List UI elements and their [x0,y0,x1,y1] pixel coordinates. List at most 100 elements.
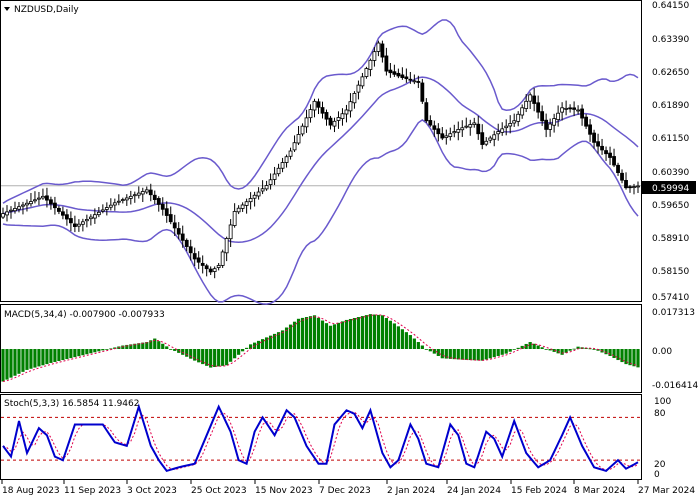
macd-histogram-bar [49,349,53,363]
stoch-signal-line [2,411,639,471]
macd-histogram-bar [312,315,317,349]
macd-histogram-bar [428,349,432,352]
macd-histogram-bar [540,347,544,349]
macd-histogram-bar [348,318,353,349]
candle-body [636,185,640,188]
macd-histogram-bar [504,349,508,354]
candle-body [564,107,569,110]
candle-body [444,135,449,138]
candle-body [580,108,584,119]
stoch-panel [1,403,641,473]
macd-histogram-bar [372,314,377,349]
time-tick-label: 15 Feb 2024 [511,486,567,496]
macd-histogram-bar [61,349,65,361]
candle-body [404,76,409,80]
candle-body [208,268,213,273]
macd-histogram-bar [336,322,341,349]
candle-body [160,203,165,210]
macd-histogram-bar [396,326,400,349]
candle-body [376,42,381,52]
candle-body [496,131,501,135]
candle-body [37,197,41,200]
candle-body [544,119,549,130]
candle-body [428,120,433,126]
candle-body [5,211,9,216]
macd-histogram-bar [388,320,392,349]
candle-body [396,72,401,77]
macd-histogram-bar [300,317,305,349]
macd-histogram-bar [412,338,416,349]
trading-chart: NZDUSD,Daily MACD(5,34,4) -0.007900 -0.0… [0,0,698,500]
candle-body [156,198,161,205]
candle-body [236,207,241,213]
macd-histogram-bar [280,330,285,349]
macd-histogram-bar [468,349,472,361]
price-axis: 0.64150 0.63390 0.62650 0.61890 0.61150 … [652,1,689,303]
candle-body [84,219,89,222]
macd-histogram-bar [636,349,640,368]
time-tick-label: 2 Jan 2024 [387,486,435,496]
macd-histogram-bar [544,349,548,350]
macd-histogram-bar [65,349,69,360]
candle-body [356,84,361,93]
candle-body [600,145,604,151]
macd-histogram-bar [57,349,61,362]
macd-histogram-bar [97,349,101,352]
candle-body [17,206,21,210]
candle-body [456,129,461,133]
macd-histogram-bar [73,349,77,358]
candle-body [540,111,545,122]
candle-body [248,198,253,203]
candle-body [436,128,441,135]
stoch-tick-label: 20 [654,460,666,470]
candle-body [204,265,209,270]
candle-body [92,214,97,219]
candle-body [104,207,109,210]
candle-body [632,186,636,188]
candle-body [228,224,233,240]
macd-histogram-bar [368,314,373,349]
candle-body [152,194,157,200]
macd-histogram-bar [37,349,41,367]
dropdown-triangle-icon[interactable] [4,7,10,11]
candle-body [244,201,249,206]
macd-histogram-bar [217,349,221,367]
candle-body [176,228,181,235]
stoch-axis: 100 80 20 0 [654,397,671,480]
macd-histogram-bar [316,317,321,349]
candle-body [380,43,385,58]
macd-histogram-bar [508,349,512,352]
candle-body [464,125,469,128]
candle-body [628,186,632,189]
candle-body [572,107,577,110]
candle-body [612,156,616,166]
macd-histogram-bar [472,349,476,361]
macd-histogram-bar [536,345,540,349]
candle-body [220,251,225,266]
candle-body [200,262,205,266]
candle-body [360,76,365,87]
macd-histogram-bar [304,317,309,349]
candle-body [76,223,81,227]
macd-panel [1,314,640,382]
macd-histogram-bar [512,349,516,350]
candle-body [420,82,425,102]
macd-histogram-bar [81,349,85,356]
candle-body [49,199,53,205]
candle-body [340,113,345,120]
candle-body [520,107,525,116]
macd-histogram-bar [189,349,193,359]
candle-body [312,100,317,111]
candle-body [188,246,193,254]
macd-histogram-bar [272,333,277,349]
macd-histogram-bar [121,345,125,349]
candle-body [556,112,561,121]
current-price-text: 0.59994 [652,184,689,194]
macd-histogram-bar [320,320,325,349]
stoch-tick-label: 0 [654,470,660,480]
candle-body [128,195,133,199]
macd-histogram-bar [380,315,385,349]
candle-body [528,94,533,102]
candle-body [1,213,5,218]
candle-body [364,68,369,77]
